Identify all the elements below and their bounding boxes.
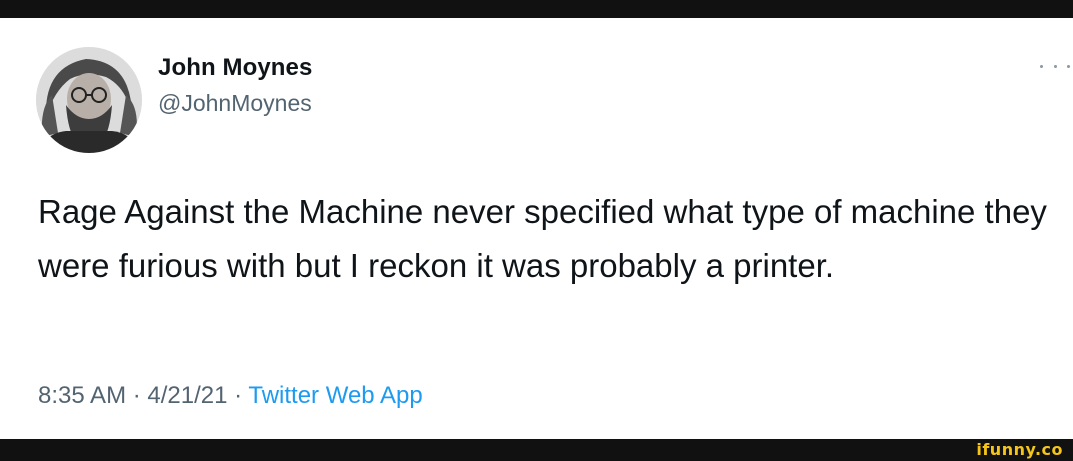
display-name[interactable]: John Moynes bbox=[158, 54, 312, 82]
meta-separator: · bbox=[126, 382, 148, 409]
dot-icon bbox=[1067, 64, 1070, 68]
tweet-meta: 8:35 AM · 4/21/21 · Twitter Web App bbox=[38, 382, 423, 410]
more-horizontal-icon[interactable] bbox=[1040, 56, 1070, 76]
bottom-frame-bar bbox=[0, 439, 1073, 461]
tweet-text: Rage Against the Machine never specified… bbox=[38, 193, 1047, 284]
dot-icon bbox=[1053, 64, 1057, 68]
dot-icon bbox=[1040, 64, 1043, 68]
tweet-source-link[interactable]: Twitter Web App bbox=[248, 382, 422, 409]
avatar-photo bbox=[36, 47, 142, 153]
meta-separator: · bbox=[227, 382, 249, 409]
user-handle[interactable]: @JohnMoynes bbox=[158, 90, 312, 117]
tweet-card: John Moynes @JohnMoynes Rage Against the… bbox=[0, 18, 1073, 439]
top-frame-bar bbox=[0, 0, 1073, 18]
tweet-date[interactable]: 4/21/21 bbox=[147, 382, 227, 409]
watermark-logo: ifunny.co bbox=[976, 440, 1063, 459]
avatar[interactable] bbox=[36, 47, 142, 153]
tweet-time[interactable]: 8:35 AM bbox=[38, 382, 126, 409]
